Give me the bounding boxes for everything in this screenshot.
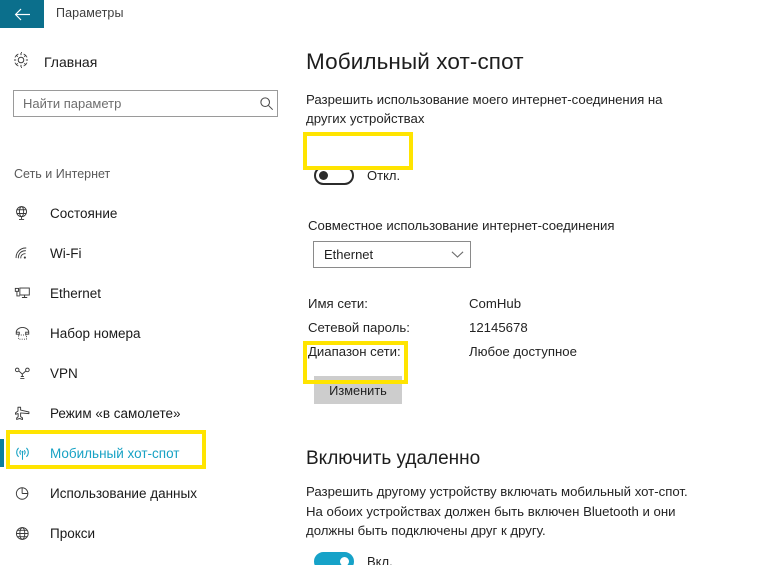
sidebar-item-label: Режим «в самолете»	[50, 405, 181, 421]
sidebar-item-label: Прокси	[50, 525, 96, 541]
table-row: Имя сети: ComHub	[308, 291, 577, 315]
sidebar-home-label: Главная	[44, 54, 98, 70]
info-key: Сетевой пароль:	[308, 319, 410, 335]
back-button[interactable]	[0, 0, 44, 28]
phone-handset-icon	[14, 325, 40, 342]
remote-description: Разрешить другому устройству включать мо…	[306, 484, 688, 538]
vpn-key-icon	[14, 365, 40, 382]
sidebar-item-airplane-mode[interactable]: Режим «в самолете»	[0, 393, 290, 433]
sidebar: Главная Сеть и Интернет	[0, 28, 290, 565]
wifi-icon	[14, 245, 40, 262]
title-bar: Параметры	[0, 0, 768, 28]
network-info-table: Имя сети: ComHub Сетевой пароль: 1214567…	[308, 291, 577, 363]
share-toggle-row: Откл.	[314, 166, 400, 185]
app-title: Параметры	[56, 6, 124, 20]
sidebar-item-label: Состояние	[50, 205, 118, 221]
sidebar-item-label: Ethernet	[50, 285, 102, 301]
sidebar-item-label: Wi-Fi	[50, 245, 82, 261]
sidebar-item-data-usage[interactable]: Использование данных	[0, 473, 290, 513]
sidebar-item-vpn[interactable]: VPN	[0, 353, 290, 393]
share-description: Разрешить использование моего интернет-с…	[306, 92, 663, 126]
remote-section-title: Включить удаленно	[306, 448, 481, 469]
back-arrow-icon	[14, 8, 31, 21]
sidebar-item-wifi[interactable]: Wi-Fi	[0, 233, 290, 273]
sidebar-item-label: VPN	[50, 365, 78, 381]
search-input[interactable]	[14, 96, 255, 111]
main-content: Мобильный хот-спот Разрешить использован…	[306, 28, 768, 565]
table-row: Сетевой пароль: 12145678	[308, 315, 577, 339]
hotspot-broadcast-icon	[14, 445, 40, 462]
sidebar-item-dialup[interactable]: Набор номера	[0, 313, 290, 353]
share-toggle-state: Откл.	[367, 168, 401, 183]
table-row: Диапазон сети: Любое доступное	[308, 339, 577, 363]
globe-status-icon	[14, 205, 40, 222]
page-title: Мобильный хот-спот	[306, 49, 524, 74]
info-key: Диапазон сети:	[308, 343, 401, 359]
globe-icon	[14, 525, 40, 542]
remote-toggle[interactable]	[314, 552, 354, 565]
info-value: ComHub	[469, 295, 522, 311]
connection-sharing-dropdown[interactable]: Ethernet	[313, 241, 471, 268]
toggle-knob	[319, 171, 328, 180]
remote-toggle-state: Вкл.	[367, 554, 393, 565]
remote-toggle-row: Вкл.	[314, 552, 393, 565]
sidebar-item-label: Использование данных	[50, 485, 197, 501]
sidebar-item-ethernet[interactable]: Ethernet	[0, 273, 290, 313]
chevron-down-icon[interactable]	[444, 250, 470, 259]
share-toggle[interactable]	[314, 166, 354, 185]
settings-window: Параметры Главная Найти параметр Сеть и …	[0, 0, 768, 565]
gear-icon	[12, 51, 30, 74]
airplane-icon	[14, 405, 40, 422]
search-box[interactable]	[13, 90, 278, 117]
pie-chart-icon	[14, 485, 40, 502]
sidebar-item-mobile-hotspot[interactable]: Мобильный хот-спот	[0, 433, 290, 473]
edit-button[interactable]: Изменить	[314, 376, 402, 404]
sidebar-item-proxy[interactable]: Прокси	[0, 513, 290, 553]
sidebar-item-status[interactable]: Состояние	[0, 193, 290, 233]
sidebar-item-home[interactable]: Главная	[12, 48, 97, 76]
toggle-knob	[340, 557, 349, 565]
search-icon[interactable]	[255, 96, 277, 111]
dropdown-value: Ethernet	[324, 247, 374, 262]
sidebar-item-label: Мобильный хот-спот	[50, 445, 180, 461]
info-value: Любое доступное	[469, 343, 577, 359]
sidebar-nav: Состояние Wi-Fi Ethernet Набор номера VP…	[0, 193, 290, 553]
info-key: Имя сети:	[308, 295, 368, 311]
sidebar-group-label: Сеть и Интернет	[14, 167, 111, 181]
sidebar-item-label: Набор номера	[50, 325, 141, 341]
connection-sharing-label: Совместное использование интернет-соедин…	[308, 218, 615, 233]
ethernet-monitor-icon	[14, 285, 40, 302]
info-value: 12145678	[469, 319, 528, 335]
